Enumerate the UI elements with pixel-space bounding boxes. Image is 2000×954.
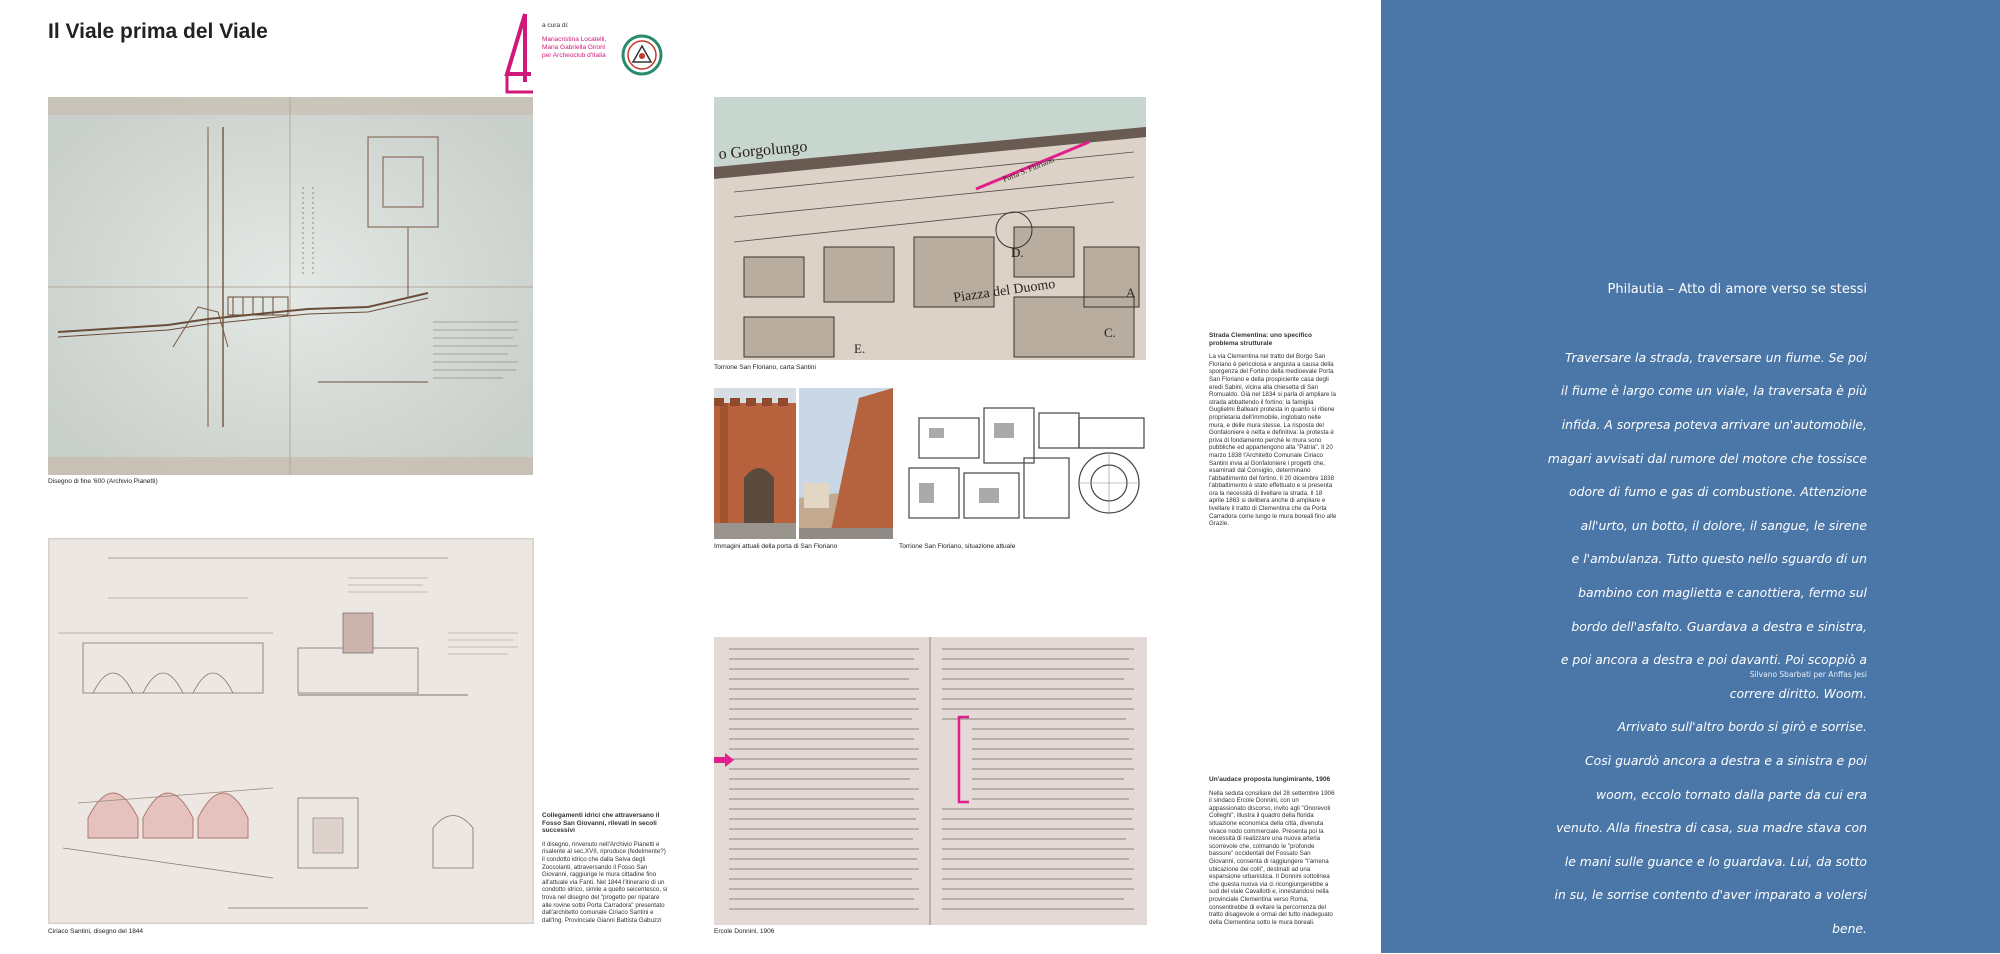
block-title: Un'audace proposta lungimirante, 1906 xyxy=(1209,776,1331,783)
arrow-right-icon xyxy=(714,753,734,767)
caption: Torrione San Floriano, carta Santini xyxy=(714,364,816,371)
poem-line: bambino con maglietta e canottiera, ferm… xyxy=(1578,584,1867,600)
poem-line: infida. A sorpresa poteva arrivare un'au… xyxy=(1561,416,1867,432)
poem-line: bordo dell'asfalto. Guardava a destra e … xyxy=(1571,618,1867,634)
map-label: D. xyxy=(1011,245,1024,260)
poem-title: Philautia – Atto di amore verso se stess… xyxy=(1607,282,1868,297)
map-label: C. xyxy=(1104,325,1116,340)
poem-line: Così guardò ancora a destra e a sinistra… xyxy=(1585,752,1867,768)
map-label: E. xyxy=(854,341,865,356)
poem-line: il fiume è largo come un viale, la trave… xyxy=(1560,383,1867,399)
poem-body: Traversare la strada, traversare un fium… xyxy=(1530,333,1867,954)
santini-1844-drawing xyxy=(48,538,534,924)
clementina-text: Strada Clementina: uno specifico problem… xyxy=(1209,332,1337,528)
page-title: Il Viale prima del Viale xyxy=(48,20,268,43)
donnini-letter-1906 xyxy=(714,637,1147,925)
caption: Disegno di fine '600 (Archivio Pianetti) xyxy=(48,478,158,485)
torrione-map: o Gorgolungo Piazza del Duomo Porta S. F… xyxy=(714,97,1146,360)
block-body: Nella seduta consiliare del 28 settembre… xyxy=(1209,789,1335,926)
proposta-text: Un'audace proposta lungimirante, 1906 Ne… xyxy=(1209,776,1337,926)
poem-line: odore di fumo e gas di combustione. Atte… xyxy=(1569,484,1867,500)
poem-line: e l'ambulanza. Tutto questo nello sguard… xyxy=(1571,551,1867,567)
porta-photo-front xyxy=(714,388,796,539)
torrione-plan xyxy=(899,388,1147,539)
map-1600-drawing xyxy=(48,97,533,475)
poem-line: le mani sulle guance e lo guardava. Lui,… xyxy=(1564,853,1867,869)
curator-name: per Archeoclub d'Italia xyxy=(542,52,606,59)
caption: Immagini attuali della porta di San Flor… xyxy=(714,543,838,550)
poem-line: in su, le sorrise contento d'aver impara… xyxy=(1554,887,1867,903)
poem-line: venuto. Alla finestra di casa, sua madre… xyxy=(1556,820,1867,836)
curator-label: a cura di: xyxy=(542,22,569,29)
porta-photo-side xyxy=(799,388,893,539)
caption: Ciriaco Santini, disegno del 1844 xyxy=(48,928,144,935)
poem-line: woom, eccolo tornato dalla parte da cui … xyxy=(1596,786,1867,802)
caption: Torrione San Floriano, situazione attual… xyxy=(899,543,1016,550)
poem-line: correre diritto. Woom. xyxy=(1729,685,1867,701)
curator-credits: a cura di: Mariacristina Locatelli, Mari… xyxy=(542,22,606,60)
block-body: La via Clementina nel tratto del Borgo S… xyxy=(1209,353,1337,528)
map-label: A xyxy=(1126,285,1136,300)
poem-line: bene. xyxy=(1832,920,1867,936)
poem-line: magari avvisati dal rumore del motore ch… xyxy=(1547,450,1867,466)
block-title: Collegamenti idrici che attraversano il … xyxy=(542,812,660,835)
block-title: Strada Clementina: uno specifico problem… xyxy=(1209,332,1312,347)
poem-line: e poi ancora a destra e poi davanti. Poi… xyxy=(1560,652,1867,668)
poem-line: all'urto, un botto, il dolore, il sangue… xyxy=(1580,517,1867,533)
poem-line: Arrivato sull'altro bordo si girò e sorr… xyxy=(1617,719,1867,735)
archeoclub-seal-icon xyxy=(621,34,663,76)
caption: Ercole Donnini, 1906 xyxy=(714,928,775,935)
curator-name: Maria Gabriella Gironi xyxy=(542,44,606,51)
poem-author: Silvano Sbarbati per Anffas Jesi xyxy=(1749,670,1867,679)
block-body: Il disegno, rinvenuto nell'Archivio Pian… xyxy=(542,840,668,924)
collegamenti-text: Collegamenti idrici che attraversano il … xyxy=(542,812,668,924)
poem-line: Traversare la strada, traversare un fium… xyxy=(1564,349,1867,365)
archeoclub-letter-logo xyxy=(504,13,533,94)
curator-name: Mariacristina Locatelli, xyxy=(542,36,607,43)
